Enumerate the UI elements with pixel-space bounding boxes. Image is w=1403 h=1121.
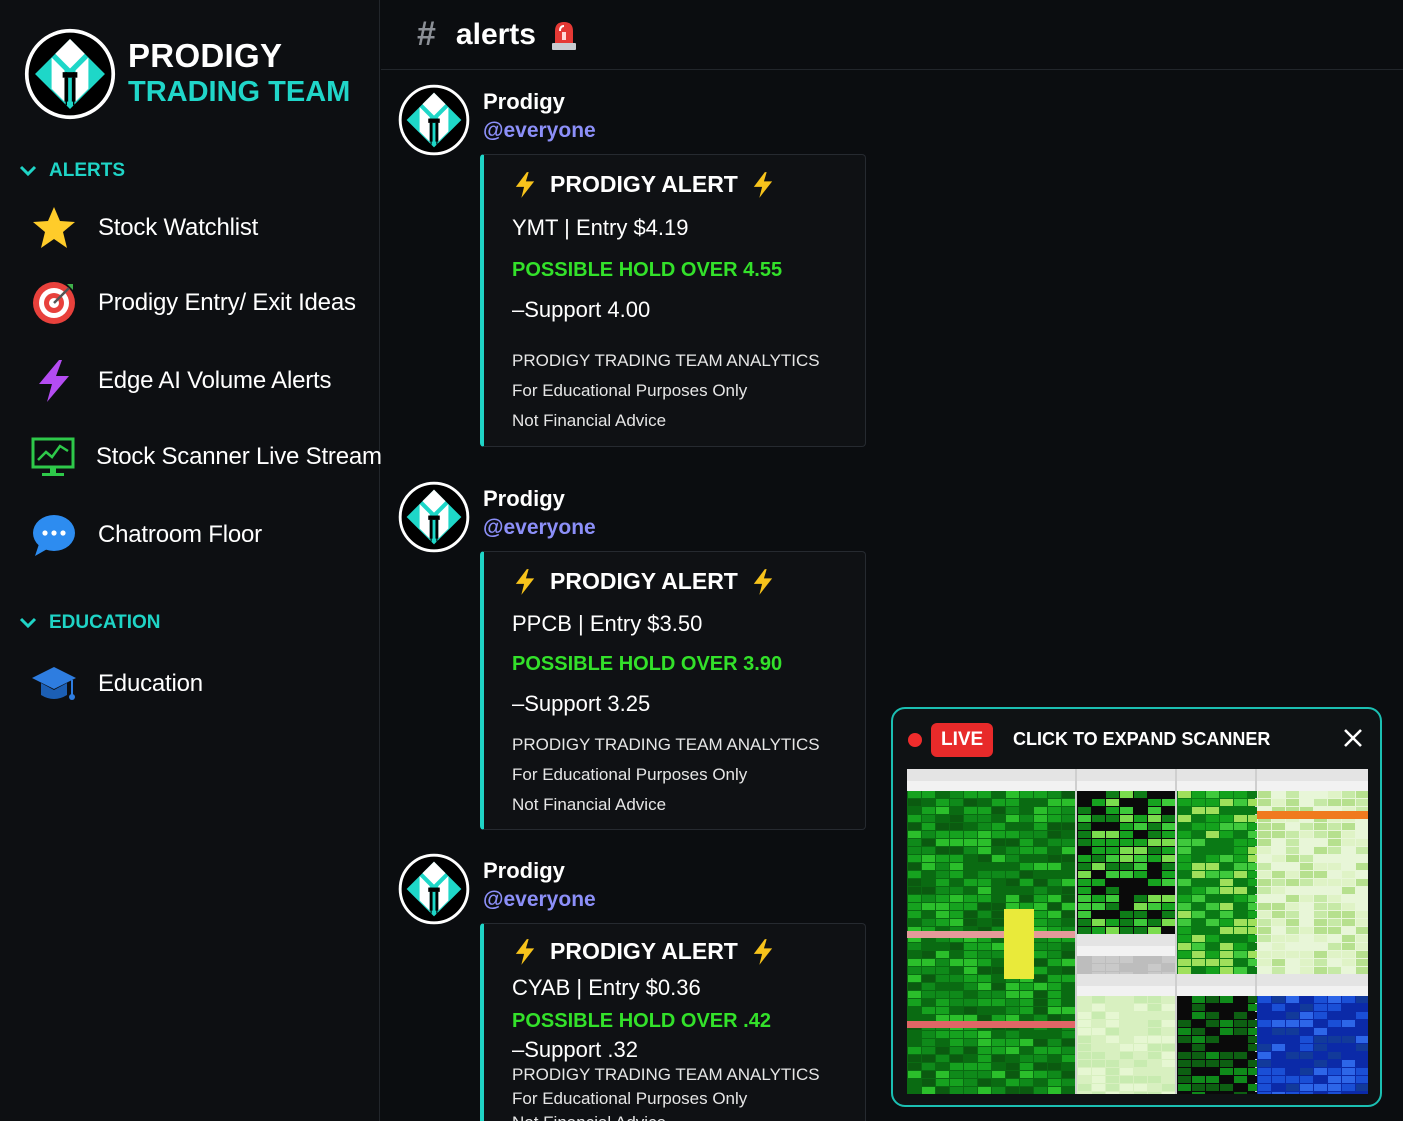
monitor-chart-icon: [30, 433, 76, 481]
alert-footer: PRODIGY TRADING TEAM ANALYTICS: [512, 1065, 820, 1084]
star-icon: [30, 204, 78, 252]
chevron-down-icon: [19, 617, 37, 629]
expand-scanner-link[interactable]: CLICK TO EXPAND SCANNER: [1013, 729, 1270, 750]
lightning-icon: [752, 172, 774, 198]
sidebar-item-label: Stock Scanner Live Stream: [96, 443, 382, 470]
live-badge[interactable]: LIVE: [931, 723, 994, 757]
mention[interactable]: @everyone: [483, 516, 596, 540]
alert-footer: For Educational Purposes Only: [512, 381, 748, 400]
brand-subtitle: TRADING TEAM: [128, 76, 351, 108]
sidebar-item-chatroom-floor[interactable]: Chatroom Floor: [30, 506, 371, 564]
alert-support: –Support .32: [512, 1037, 638, 1062]
lightning-icon: [514, 569, 536, 595]
alert-footer: Not Financial Advice: [512, 1113, 666, 1121]
alert-footer: For Educational Purposes Only: [512, 1089, 748, 1108]
channel-hash-icon: #: [417, 15, 436, 53]
avatar[interactable]: [398, 853, 470, 925]
alert-card: PRODIGY ALERT PPCB | Entry $3.50 POSSIBL…: [480, 551, 866, 830]
sidebar-item-label: Stock Watchlist: [98, 214, 259, 241]
message: Prodigy @everyone PRODIGY ALERT PPCB | E…: [398, 481, 878, 841]
brand[interactable]: PRODIGY TRADING TEAM: [24, 28, 350, 120]
live-dot-icon: [908, 733, 922, 747]
sidebar-item-stock-watchlist[interactable]: Stock Watchlist: [30, 199, 371, 257]
sidebar-item-stock-scanner-live-stream[interactable]: Stock Scanner Live Stream: [30, 428, 382, 486]
sidebar-item-label: Education: [98, 670, 203, 697]
sidebar-item-label: Chatroom Floor: [98, 521, 262, 548]
message: Prodigy @everyone PRODIGY ALERT YMT | En…: [398, 84, 878, 454]
channel-header: # alerts: [381, 0, 1403, 70]
lightning-icon: [752, 939, 774, 965]
sidebar-item-edge-ai-volume-alerts[interactable]: Edge AI Volume Alerts: [30, 352, 371, 410]
alert-footer: PRODIGY TRADING TEAM ANALYTICS: [512, 351, 820, 370]
mention[interactable]: @everyone: [483, 888, 596, 912]
alert-title: PRODIGY ALERT: [514, 938, 774, 965]
lightning-icon: [514, 939, 536, 965]
avatar[interactable]: [398, 84, 470, 156]
target-icon: [30, 279, 78, 327]
prodigy-logo-icon: [24, 28, 116, 120]
section-education[interactable]: EDUCATION: [18, 612, 161, 634]
graduation-cap-icon: [30, 660, 78, 708]
alert-support: –Support 4.00: [512, 297, 651, 322]
section-label: ALERTS: [49, 160, 125, 181]
chevron-down-icon: [19, 165, 37, 177]
alert-entry: PPCB | Entry $3.50: [512, 611, 703, 636]
alert-title-text: PRODIGY ALERT: [550, 938, 738, 964]
alert-card: PRODIGY ALERT YMT | Entry $4.19 POSSIBLE…: [480, 154, 866, 447]
sidebar-item-education[interactable]: Education: [30, 655, 371, 713]
alert-support: –Support 3.25: [512, 691, 651, 716]
alert-title: PRODIGY ALERT: [514, 568, 774, 595]
message: Prodigy @everyone PRODIGY ALERT CYAB | E…: [398, 853, 878, 1121]
alert-entry: CYAB | Entry $0.36: [512, 975, 701, 1000]
message-author[interactable]: Prodigy: [483, 89, 565, 115]
scanner-popup: LIVE CLICK TO EXPAND SCANNER: [891, 707, 1382, 1107]
sidebar-item-label: Prodigy Entry/ Exit Ideas: [98, 289, 356, 316]
channel-name: alerts: [455, 17, 536, 51]
lightning-icon: [30, 357, 78, 405]
alert-entry: YMT | Entry $4.19: [512, 215, 689, 240]
siren-icon: [551, 21, 576, 50]
alert-hold: POSSIBLE HOLD OVER .42: [512, 1010, 771, 1032]
message-author[interactable]: Prodigy: [483, 858, 565, 884]
alert-hold: POSSIBLE HOLD OVER 4.55: [512, 259, 783, 281]
close-icon[interactable]: [1342, 727, 1364, 749]
alert-hold: POSSIBLE HOLD OVER 3.90: [512, 653, 783, 675]
section-alerts[interactable]: ALERTS: [18, 160, 125, 182]
alert-footer: For Educational Purposes Only: [512, 765, 748, 784]
alert-footer: Not Financial Advice: [512, 411, 667, 430]
alert-footer: Not Financial Advice: [512, 795, 667, 814]
sidebar-item-label: Edge AI Volume Alerts: [98, 367, 332, 394]
sidebar-item-entry-exit-ideas[interactable]: Prodigy Entry/ Exit Ideas: [30, 274, 371, 332]
lightning-icon: [752, 569, 774, 595]
alert-title-text: PRODIGY ALERT: [550, 171, 738, 197]
alert-title-text: PRODIGY ALERT: [550, 568, 738, 594]
mention[interactable]: @everyone: [483, 119, 596, 143]
avatar[interactable]: [398, 481, 470, 553]
sidebar: PRODIGY TRADING TEAM ALERTS Stock Watchl…: [0, 0, 382, 1121]
brand-name: PRODIGY: [128, 37, 283, 74]
scanner-grid: [907, 769, 1368, 1094]
lightning-icon: [514, 172, 536, 198]
section-label: EDUCATION: [49, 612, 161, 633]
message-author[interactable]: Prodigy: [483, 486, 565, 512]
scanner-preview-image[interactable]: [907, 769, 1368, 1094]
brand-text: PRODIGY TRADING TEAM: [128, 38, 350, 110]
alert-card: PRODIGY ALERT CYAB | Entry $0.36 POSSIBL…: [480, 923, 866, 1121]
alert-footer: PRODIGY TRADING TEAM ANALYTICS: [512, 735, 820, 754]
chat-bubble-icon: [30, 511, 78, 559]
alert-title: PRODIGY ALERT: [514, 171, 774, 198]
